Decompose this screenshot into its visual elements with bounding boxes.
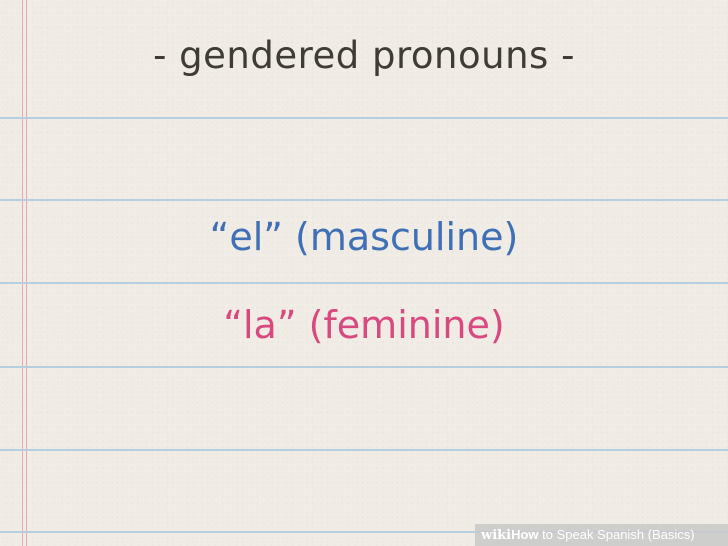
margin-line: [22, 0, 23, 546]
wikihow-watermark: wikiHow to Speak Spanish (Basics): [475, 524, 728, 546]
term-masculine: “el” (masculine): [209, 215, 519, 259]
ruled-line: [0, 366, 728, 368]
term-feminine: “la” (feminine): [223, 303, 505, 347]
watermark-brand-wiki: wiki: [481, 528, 512, 543]
margin-line: [26, 0, 27, 546]
notebook-paper: - gendered pronouns - “el” (masculine) “…: [0, 0, 728, 546]
ruled-line: [0, 282, 728, 284]
watermark-article-title: to Speak Spanish (Basics): [538, 527, 695, 542]
page-title: - gendered pronouns -: [153, 34, 575, 77]
ruled-line: [0, 117, 728, 119]
ruled-line: [0, 449, 728, 451]
ruled-line: [0, 199, 728, 201]
watermark-brand-how: How: [511, 527, 539, 542]
